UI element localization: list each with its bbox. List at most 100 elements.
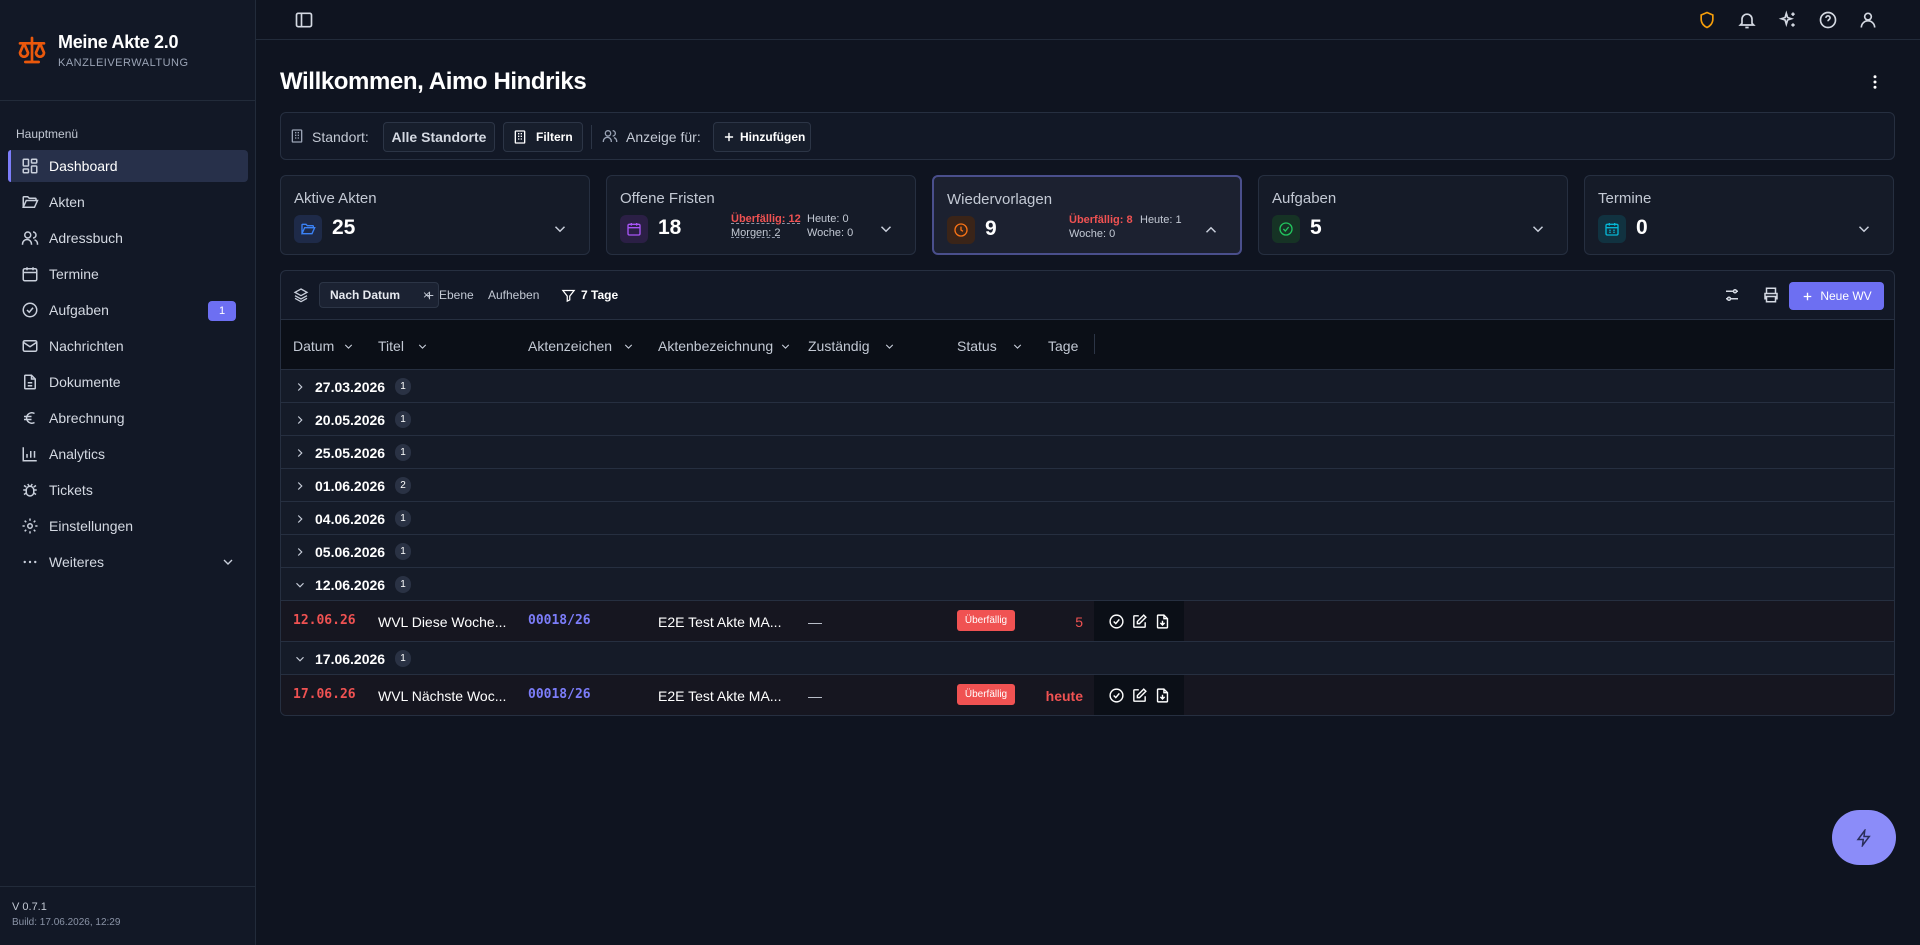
table-row[interactable]: 12.06.26 WVL Diese Woche... 00018/26 E2E… (281, 601, 1894, 642)
sidebar-item-dashboard[interactable]: Dashboard (8, 150, 248, 182)
file-download-icon[interactable] (1154, 613, 1171, 630)
cell-zustaendig: — (808, 614, 822, 630)
card-value: 9 (985, 217, 997, 240)
sidebar-item-tickets[interactable]: Tickets (8, 474, 248, 506)
chevron-down-icon (624, 343, 633, 349)
range-filter-button[interactable]: 7 Tage (581, 288, 618, 302)
calendar-icon (22, 267, 38, 282)
group-row[interactable]: 04.06.2026 1 (281, 502, 1894, 535)
group-row[interactable]: 25.05.2026 1 (281, 436, 1894, 469)
help-icon[interactable] (1818, 10, 1838, 30)
sidebar-item-akten[interactable]: Akten (8, 186, 248, 218)
file-download-icon[interactable] (1154, 687, 1171, 704)
column-header-tage[interactable]: Tage (1048, 338, 1078, 354)
chevron-right-icon (297, 482, 303, 490)
chevron-right-icon (297, 515, 303, 523)
row-actions (1094, 601, 1184, 641)
standort-select[interactable]: Alle Standorte (383, 122, 495, 152)
column-header-zustaendig[interactable]: Zuständig (808, 338, 896, 354)
sidebar-item-termine[interactable]: Termine (8, 258, 248, 290)
column-header-aktenzeichen[interactable]: Aktenzeichen (528, 338, 635, 354)
sidebar-toggle-button[interactable] (294, 10, 314, 30)
edit-icon[interactable] (1131, 687, 1148, 704)
column-header-status[interactable]: Status (957, 338, 1024, 354)
check-circle-icon[interactable] (1108, 613, 1125, 630)
card-title: Offene Fristen (620, 190, 715, 207)
card-wiedervorlagen[interactable]: Wiedervorlagen 9 Überfällig: 8 Woche: 0 … (932, 175, 1242, 255)
wv-today: Heute: 1 (1140, 214, 1182, 226)
bell-icon[interactable] (1737, 10, 1757, 30)
add-person-button[interactable]: Hinzufügen (713, 122, 811, 152)
sidebar-item-weiteres[interactable]: Weiteres (8, 546, 248, 578)
ungroup-button[interactable]: Aufheben (488, 288, 539, 302)
group-row[interactable]: 17.06.2026 1 (281, 642, 1894, 675)
group-count: 1 (395, 576, 411, 593)
group-row[interactable]: 27.03.2026 1 (281, 370, 1894, 403)
group-count: 1 (395, 543, 411, 560)
sidebar-item-label: Einstellungen (49, 518, 134, 534)
card-value: 0 (1636, 216, 1648, 239)
card-termine[interactable]: Termine 0 (1584, 175, 1894, 255)
kebab-menu-icon[interactable] (1866, 73, 1884, 91)
filter-icon (561, 289, 576, 303)
sidebar-item-dokumente[interactable]: Dokumente (8, 366, 248, 398)
group-date: 25.05.2026 (315, 445, 386, 461)
chevron-up-icon[interactable] (1202, 221, 1220, 239)
plus-icon (1804, 292, 1812, 300)
cell-aktenzeichen-link[interactable]: 00018/26 (528, 687, 591, 702)
chevron-down-icon (345, 343, 353, 349)
chevron-down-icon[interactable] (551, 220, 569, 238)
sparkles-icon[interactable] (1778, 10, 1798, 30)
shield-icon[interactable] (1697, 10, 1717, 30)
table-row[interactable]: 17.06.26 WVL Nächste Woc... 00018/26 E2E… (281, 675, 1894, 715)
wv-overdue[interactable]: Überfällig: 8 (1069, 214, 1133, 226)
group-row[interactable]: 01.06.2026 2 (281, 469, 1894, 502)
group-chip[interactable]: Nach Datum × (319, 282, 439, 308)
cell-datum: 17.06.26 (293, 687, 356, 702)
sidebar-item-nachrichten[interactable]: Nachrichten (8, 330, 248, 362)
chevron-down-icon[interactable] (1855, 220, 1873, 238)
chevron-down-icon[interactable] (877, 220, 895, 238)
sidebar-item-analytics[interactable]: Analytics (8, 438, 248, 470)
quick-action-button[interactable] (1832, 810, 1896, 865)
group-row[interactable]: 20.05.2026 1 (281, 403, 1894, 436)
card-offene-fristen[interactable]: Offene Fristen 18 Überfällig: 12 Morgen:… (606, 175, 916, 255)
card-aktive-akten[interactable]: Aktive Akten 25 (280, 175, 590, 255)
fristen-overdue[interactable]: Überfällig: 12 (731, 213, 801, 225)
sidebar-item-abrechnung[interactable]: Abrechnung (8, 402, 248, 434)
edit-icon[interactable] (1131, 613, 1148, 630)
column-label: Tage (1048, 338, 1079, 354)
table-header: Datum Titel Aktenzeichen Aktenbezeichnun… (281, 320, 1894, 370)
column-header-aktenbezeichnung[interactable]: Aktenbezeichnung (658, 338, 792, 354)
sliders-icon[interactable] (1723, 286, 1741, 304)
add-level-button[interactable]: Ebene (439, 288, 474, 302)
brand[interactable]: Meine Akte 2.0 KANZLEIVERWALTUNG (0, 0, 255, 101)
column-label: Datum (293, 338, 335, 354)
sidebar-item-adressbuch[interactable]: Adressbuch (8, 222, 248, 254)
page-title: Willkommen, Aimo Hindriks (280, 68, 587, 95)
check-circle-icon[interactable] (1108, 687, 1125, 704)
cell-titel: WVL Diese Woche... (378, 614, 506, 630)
group-date: 04.06.2026 (315, 511, 386, 527)
group-count: 2 (395, 477, 411, 494)
printer-icon[interactable] (1762, 286, 1780, 304)
sidebar-item-label: Dashboard (49, 158, 118, 174)
column-label: Status (957, 338, 997, 354)
chevron-down-icon (418, 343, 427, 349)
cell-aktenzeichen-link[interactable]: 00018/26 (528, 613, 591, 628)
chevron-down-icon[interactable] (1529, 220, 1547, 238)
column-header-titel[interactable]: Titel (378, 338, 429, 354)
new-wv-button[interactable]: Neue WV (1789, 282, 1884, 310)
card-aufgaben[interactable]: Aufgaben 5 (1258, 175, 1568, 255)
group-row[interactable]: 12.06.2026 1 (281, 568, 1894, 601)
add-person-label: Hinzufügen (740, 130, 806, 144)
users-icon (602, 130, 618, 142)
column-header-datum[interactable]: Datum (293, 338, 355, 354)
filter-button[interactable]: Filtern (503, 122, 583, 152)
fristen-tomorrow[interactable]: Morgen: 2 (731, 227, 781, 239)
group-date: 01.06.2026 (315, 478, 386, 494)
user-icon[interactable] (1858, 10, 1878, 30)
sidebar-item-einstellungen[interactable]: Einstellungen (8, 510, 248, 542)
sidebar-item-aufgaben[interactable]: Aufgaben 1 (8, 294, 248, 326)
group-row[interactable]: 05.06.2026 1 (281, 535, 1894, 568)
